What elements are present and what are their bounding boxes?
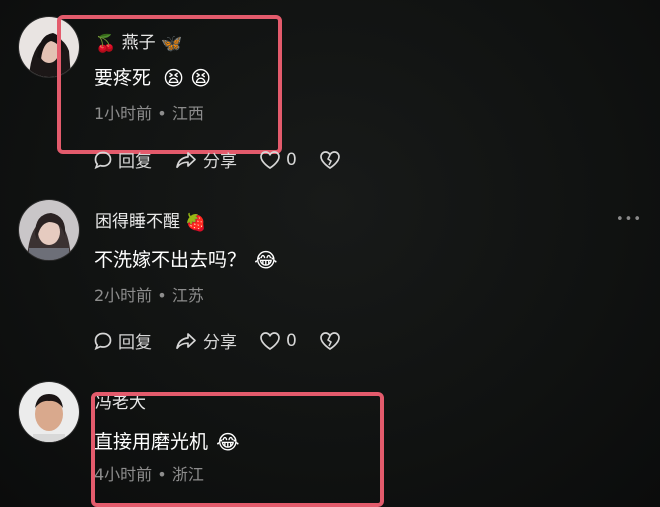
- share-arrow-icon: [176, 332, 196, 349]
- laughing-crying-icon: 😂: [254, 248, 278, 272]
- dislike-button[interactable]: [319, 150, 346, 170]
- comment-2-actions: 回复 分享 0: [93, 328, 368, 353]
- comment-1-actions: 回复 分享 0: [93, 147, 368, 172]
- share-label: 分享: [203, 152, 237, 172]
- comment-text-body: 不洗嫁不出去吗？: [94, 249, 247, 271]
- share-label: 分享: [203, 333, 237, 353]
- reply-bubble-icon: [94, 151, 112, 169]
- comment-2-meta: 2小时前 • 江苏: [94, 282, 204, 306]
- comment-list: 🍒 燕子 🦋 要疼死 😫 😫 1小时前 • 江西 回复 分享 0 困得睡不醒 🍓…: [0, 0, 660, 507]
- share-arrow-icon: [176, 151, 196, 168]
- dislike-button[interactable]: [319, 331, 346, 351]
- strawberry-icon: 🍓: [185, 213, 207, 233]
- comment-time: 2小时前: [94, 286, 153, 305]
- like-count: 0: [286, 330, 297, 351]
- comment-2-username[interactable]: 困得睡不醒 🍓: [95, 207, 207, 233]
- highlight-box: [91, 392, 384, 507]
- reply-label: 回复: [118, 152, 152, 172]
- reply-label: 回复: [118, 333, 152, 353]
- comment-2-text: 不洗嫁不出去吗？ 😂: [94, 245, 277, 272]
- like-button[interactable]: 0: [259, 150, 297, 170]
- share-button[interactable]: 分享: [174, 147, 237, 172]
- more-options-icon[interactable]: •••: [616, 212, 642, 227]
- broken-heart-icon: [319, 331, 340, 350]
- avatar[interactable]: [18, 199, 80, 261]
- comment-location: 江苏: [171, 286, 204, 305]
- broken-heart-icon: [319, 150, 340, 169]
- username-text: 困得睡不醒: [95, 212, 180, 232]
- like-count: 0: [286, 149, 297, 170]
- heart-icon: [260, 150, 280, 169]
- share-button[interactable]: 分享: [174, 328, 237, 353]
- highlight-box: [57, 15, 282, 154]
- reply-button[interactable]: 回复: [93, 328, 152, 353]
- avatar[interactable]: [18, 381, 80, 443]
- heart-icon: [260, 331, 280, 350]
- reply-button[interactable]: 回复: [93, 147, 152, 172]
- like-button[interactable]: 0: [259, 331, 297, 351]
- reply-bubble-icon: [94, 332, 112, 350]
- meta-separator: •: [157, 286, 167, 305]
